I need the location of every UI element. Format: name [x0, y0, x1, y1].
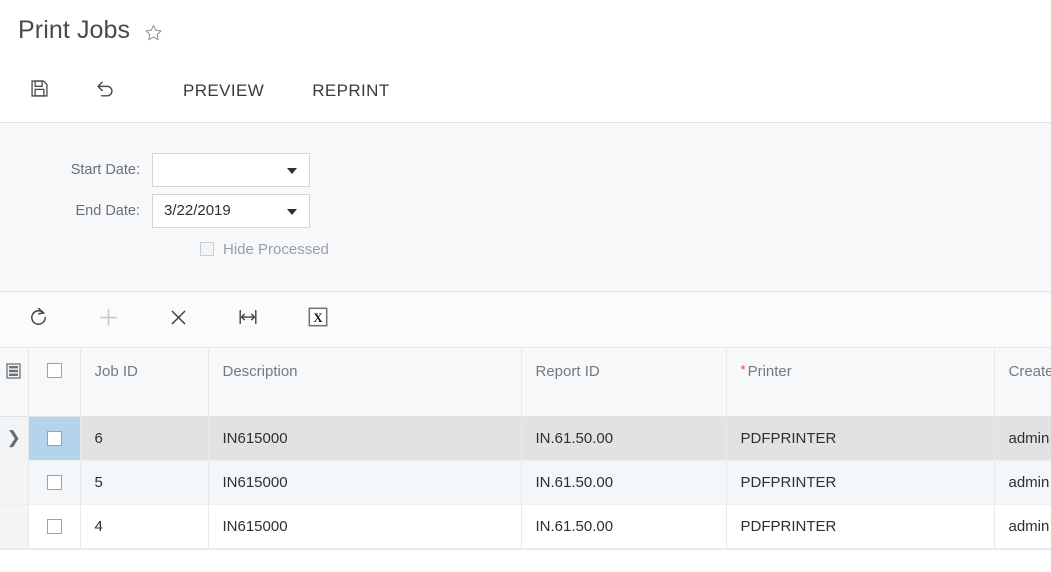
chevron-right-icon: ❯: [6, 428, 21, 447]
table-row[interactable]: ❯ 6 IN615000 IN.61.50.00 PDFPRINTER admi…: [0, 416, 1051, 461]
undo-icon: [94, 77, 117, 105]
cell-report-id[interactable]: IN.61.50.00: [521, 416, 727, 461]
end-date-row: End Date: 3/22/2019: [0, 190, 1051, 231]
save-icon: [29, 78, 50, 104]
row-checkbox[interactable]: [46, 519, 62, 535]
cell-report-id[interactable]: IN.61.50.00: [521, 504, 727, 549]
cell-job-id[interactable]: 6: [80, 416, 209, 461]
row-checkbox[interactable]: [46, 475, 62, 491]
grid-header: Job ID Description Report ID * Printer Cr…: [0, 348, 1051, 417]
row-checkbox[interactable]: [46, 431, 62, 447]
refresh-button[interactable]: [16, 300, 60, 340]
column-header-created[interactable]: Create: [994, 348, 1051, 417]
column-header-report-id[interactable]: Report ID: [521, 348, 727, 417]
row-indicator-cell: [0, 504, 29, 549]
cell-job-id[interactable]: 4: [80, 504, 209, 549]
end-date-input[interactable]: 3/22/2019: [152, 193, 310, 228]
grid-bottom-edge: [0, 548, 1051, 550]
fit-columns-button[interactable]: [226, 300, 270, 340]
reprint-button[interactable]: REPRINT: [299, 71, 402, 111]
column-header-label: Description: [222, 363, 298, 380]
action-toolbar: PREVIEW REPRINT: [0, 60, 1051, 122]
cell-created[interactable]: admin: [994, 416, 1051, 461]
table-row[interactable]: 5 IN615000 IN.61.50.00 PDFPRINTER admin: [0, 460, 1051, 505]
page-title: Print Jobs: [18, 15, 131, 44]
cell-printer[interactable]: PDFPRINTER: [726, 416, 995, 461]
start-date-input[interactable]: [152, 152, 310, 187]
end-date-value: 3/22/2019: [164, 202, 231, 219]
hide-processed-checkbox[interactable]: [200, 242, 214, 256]
close-icon: [168, 307, 189, 333]
cell-created[interactable]: admin: [994, 460, 1051, 505]
column-header-description[interactable]: Description: [208, 348, 522, 417]
column-header-label: Job ID: [94, 363, 138, 380]
row-indicator-cell: ❯: [0, 416, 29, 461]
grid-body: ❯ 6 IN615000 IN.61.50.00 PDFPRINTER admi…: [0, 416, 1051, 549]
export-excel-button[interactable]: X: [296, 300, 340, 340]
cell-report-id[interactable]: IN.61.50.00: [521, 460, 727, 505]
preview-button[interactable]: PREVIEW: [170, 71, 277, 111]
cell-description[interactable]: IN615000: [208, 504, 522, 549]
add-row-button[interactable]: [86, 300, 130, 340]
add-icon: [97, 306, 120, 334]
hide-processed-label: Hide Processed: [223, 240, 329, 258]
cell-created[interactable]: admin: [994, 504, 1051, 549]
grid-toolbar: X: [0, 292, 1051, 348]
start-date-row: Start Date:: [0, 149, 1051, 190]
hide-processed-row: Hide Processed: [0, 231, 1051, 267]
column-header-label: Create: [1008, 363, 1051, 380]
cell-description[interactable]: IN615000: [208, 460, 522, 505]
column-header-label: Report ID: [535, 363, 600, 380]
undo-button[interactable]: [84, 71, 126, 111]
row-indicator-cell: [0, 460, 29, 505]
export-excel-icon: X: [307, 306, 329, 333]
delete-row-button[interactable]: [156, 300, 200, 340]
title-bar: Print Jobs: [0, 0, 1051, 60]
cell-printer[interactable]: PDFPRINTER: [726, 504, 995, 549]
row-select-cell[interactable]: [28, 504, 81, 549]
grid-header-row: Job ID Description Report ID * Printer Cr…: [0, 348, 1051, 417]
chevron-down-icon: [287, 167, 297, 174]
row-select-cell[interactable]: [28, 460, 81, 505]
filter-panel: Start Date: End Date: 3/22/2019 Hide Pro…: [0, 122, 1051, 292]
chevron-down-icon: [287, 208, 297, 215]
required-marker-icon: *: [740, 362, 746, 377]
cell-printer[interactable]: PDFPRINTER: [726, 460, 995, 505]
select-all-header[interactable]: [28, 348, 81, 417]
cell-job-id[interactable]: 5: [80, 460, 209, 505]
row-select-cell[interactable]: [28, 416, 81, 461]
svg-text:X: X: [313, 311, 323, 325]
save-button[interactable]: [18, 71, 60, 111]
column-header-printer[interactable]: * Printer: [726, 348, 995, 417]
cell-description[interactable]: IN615000: [208, 416, 522, 461]
column-header-job-id[interactable]: Job ID: [80, 348, 209, 417]
fit-columns-icon: [236, 306, 260, 333]
column-header-label: Printer: [747, 363, 792, 380]
star-icon[interactable]: [144, 23, 163, 42]
column-settings-icon: [6, 363, 21, 383]
table-row[interactable]: 4 IN615000 IN.61.50.00 PDFPRINTER admin: [0, 504, 1051, 549]
print-jobs-grid: Job ID Description Report ID * Printer Cr…: [0, 348, 1051, 549]
start-date-label: Start Date:: [70, 161, 140, 178]
refresh-icon: [27, 306, 50, 334]
select-all-checkbox[interactable]: [46, 363, 62, 378]
column-settings-header[interactable]: [0, 348, 29, 417]
end-date-label: End Date:: [75, 202, 141, 219]
